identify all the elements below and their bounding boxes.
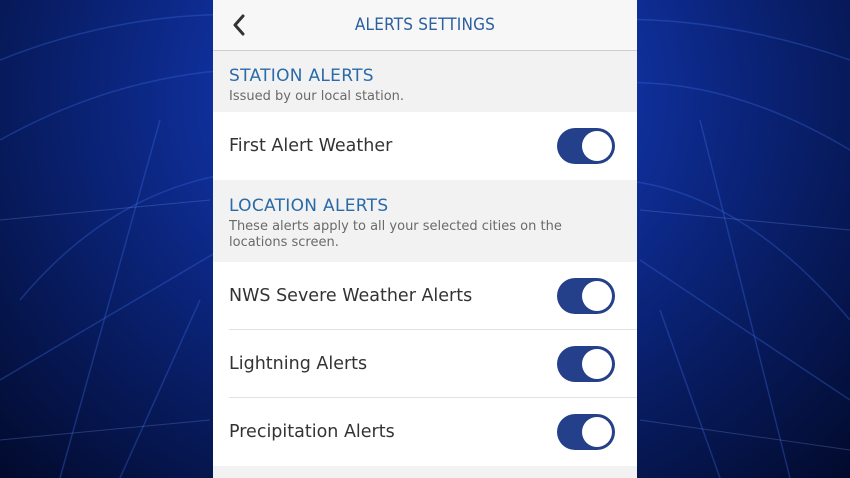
toggle-knob bbox=[582, 417, 612, 447]
toggle-knob bbox=[582, 349, 612, 379]
row-label: First Alert Weather bbox=[229, 136, 393, 156]
row-label: Precipitation Alerts bbox=[229, 422, 395, 442]
toggle-precipitation-alerts[interactable] bbox=[557, 414, 615, 450]
toggle-first-alert-weather[interactable] bbox=[557, 128, 615, 164]
row-precipitation-alerts[interactable]: Precipitation Alerts bbox=[213, 398, 637, 466]
page-title: ALERTS SETTINGS bbox=[354, 15, 496, 35]
row-label: NWS Severe Weather Alerts bbox=[229, 286, 473, 306]
section-subtitle-station: Issued by our local station. bbox=[229, 89, 405, 104]
row-lightning-alerts[interactable]: Lightning Alerts bbox=[213, 330, 637, 398]
row-label: Lightning Alerts bbox=[229, 354, 368, 374]
section-title-station: STATION ALERTS bbox=[229, 66, 374, 86]
top-bar: ALERTS SETTINGS bbox=[213, 0, 637, 51]
section-subtitle-location: These alerts apply to all your selected … bbox=[229, 219, 562, 250]
toggle-knob bbox=[582, 281, 612, 311]
settings-screen: ALERTS SETTINGS STATION ALERTS Issued by… bbox=[213, 0, 637, 478]
row-first-alert-weather[interactable]: First Alert Weather bbox=[213, 112, 637, 180]
chevron-left-icon bbox=[233, 14, 245, 36]
toggle-knob bbox=[582, 131, 612, 161]
section-title-location: LOCATION ALERTS bbox=[229, 196, 389, 216]
location-alerts-header: LOCATION ALERTS These alerts apply to al… bbox=[213, 180, 637, 262]
back-button[interactable] bbox=[227, 12, 251, 38]
station-alerts-header: STATION ALERTS Issued by our local stati… bbox=[213, 51, 637, 112]
toggle-nws-severe-weather[interactable] bbox=[557, 278, 615, 314]
toggle-lightning-alerts[interactable] bbox=[557, 346, 615, 382]
row-nws-severe-weather[interactable]: NWS Severe Weather Alerts bbox=[213, 262, 637, 330]
